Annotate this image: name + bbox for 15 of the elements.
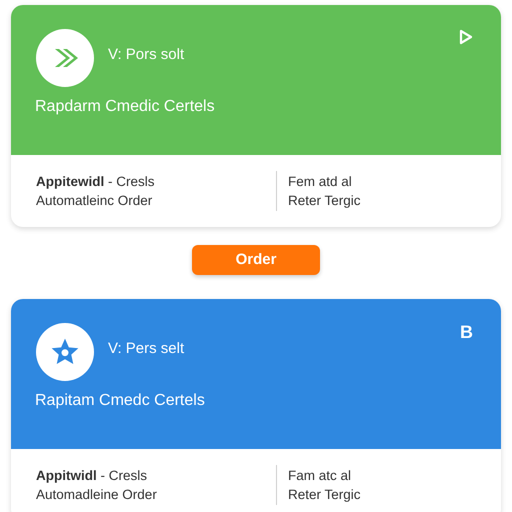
detail-text: Reter Tergic	[288, 486, 361, 504]
detail-text: Reter Tergic	[288, 192, 361, 210]
order-button[interactable]: Order	[192, 245, 320, 275]
card-title: Rapitam Cmedc Certels	[35, 391, 206, 411]
detail-text: Fem atd al	[288, 173, 353, 191]
card-subtitle: V: Pors solt	[108, 44, 184, 65]
card-title: Rapdarm Cmedic Certels	[35, 97, 216, 117]
detail-text: Fam atc al	[288, 467, 352, 485]
detail-text: Automatleinc Order	[36, 192, 154, 210]
corner-letter: B	[460, 323, 473, 341]
card-subtitle: V: Pers selt	[108, 338, 184, 359]
detail-text: Appitewidl - Cresls	[36, 173, 156, 191]
detail-text: Automadleine Order	[36, 486, 158, 504]
play-icon[interactable]	[459, 29, 473, 45]
detail-text: Appitwidl - Cresls	[36, 467, 148, 485]
